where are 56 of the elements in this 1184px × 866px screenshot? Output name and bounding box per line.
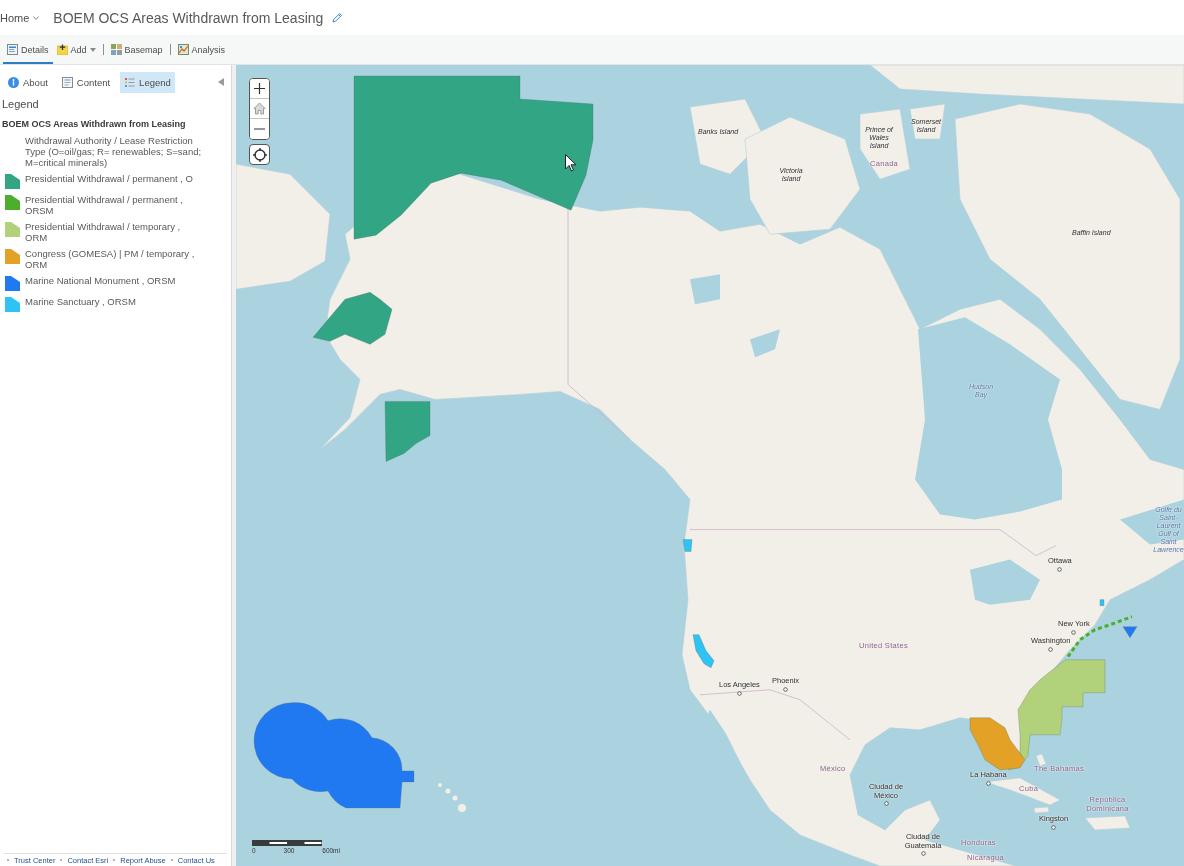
legend-heading: Legend [2,98,40,110]
gulf [1120,499,1184,545]
caret-icon [33,15,40,20]
withdrawal-area [692,634,715,668]
lake [690,274,720,305]
withdrawal-area [384,401,431,462]
add-dropdown[interactable]: Add [52,35,100,64]
scale-bar [252,840,322,846]
legend-label: Congress (GOMESA) | PM / temporary , ORM [25,247,196,270]
home-menu[interactable]: Home [0,11,40,24]
cursor-icon [565,154,577,172]
add-icon [56,44,68,55]
city-marker-icon [736,690,742,696]
city-marker-icon [783,686,789,692]
home-icon [253,102,266,115]
field-description: Withdrawal Authority / Lease Restriction Type (O=oil/gas; R= renewables; S=sand; M=critical minerals) [25,135,203,168]
lake [970,559,1040,605]
map-chart-icon [177,44,189,55]
minus-icon [254,128,265,130]
island [1035,753,1047,767]
grid-icon [110,44,122,55]
toolbar-tab[interactable]: Basemap [106,35,167,64]
info-icon [8,76,19,88]
panel-tab[interactable]: About [4,71,52,93]
city-marker-icon [1051,824,1057,830]
pencil-icon[interactable] [331,11,344,24]
withdrawal-area [682,539,693,552]
city-marker-icon [1048,646,1054,652]
city-marker-icon [1071,629,1077,635]
island [1084,815,1131,831]
city-marker-icon [920,851,926,857]
panel-tab[interactable]: Legend [120,71,175,93]
withdrawal-area [1099,599,1105,606]
map-title: BOEM OCS Areas Withdrawn from Leasing [53,9,324,26]
toolbar-tab[interactable]: Analysis [173,35,230,64]
panel-tab[interactable]: Content [57,71,115,93]
legend-label: Marine National Monument , ORSM [25,274,176,286]
legend-label: Marine Sanctuary , ORSM [25,295,136,307]
document-icon [61,76,73,88]
legend-label: Presidential Withdrawal / temporary , ORM [25,220,182,243]
locate-button[interactable] [249,144,270,165]
lake [750,329,780,358]
caret-icon [89,47,96,52]
details-icon [7,44,18,55]
legend-label: Presidential Withdrawal / permanent , O [25,172,193,184]
plus-icon [254,83,265,94]
zoom-in-button[interactable] [250,79,269,99]
city-marker-icon [1057,566,1063,572]
city-marker-icon [985,780,991,786]
layer-title: BOEM OCS Areas Withdrawn from Leasing [2,119,187,129]
legend-icon [124,76,136,88]
locate-icon [252,147,267,162]
legend-label: Presidential Withdrawal / permanent , ORSM [25,193,184,216]
gulf [706,709,742,768]
collapse-icon[interactable] [218,78,224,86]
city-marker-icon [883,801,889,807]
